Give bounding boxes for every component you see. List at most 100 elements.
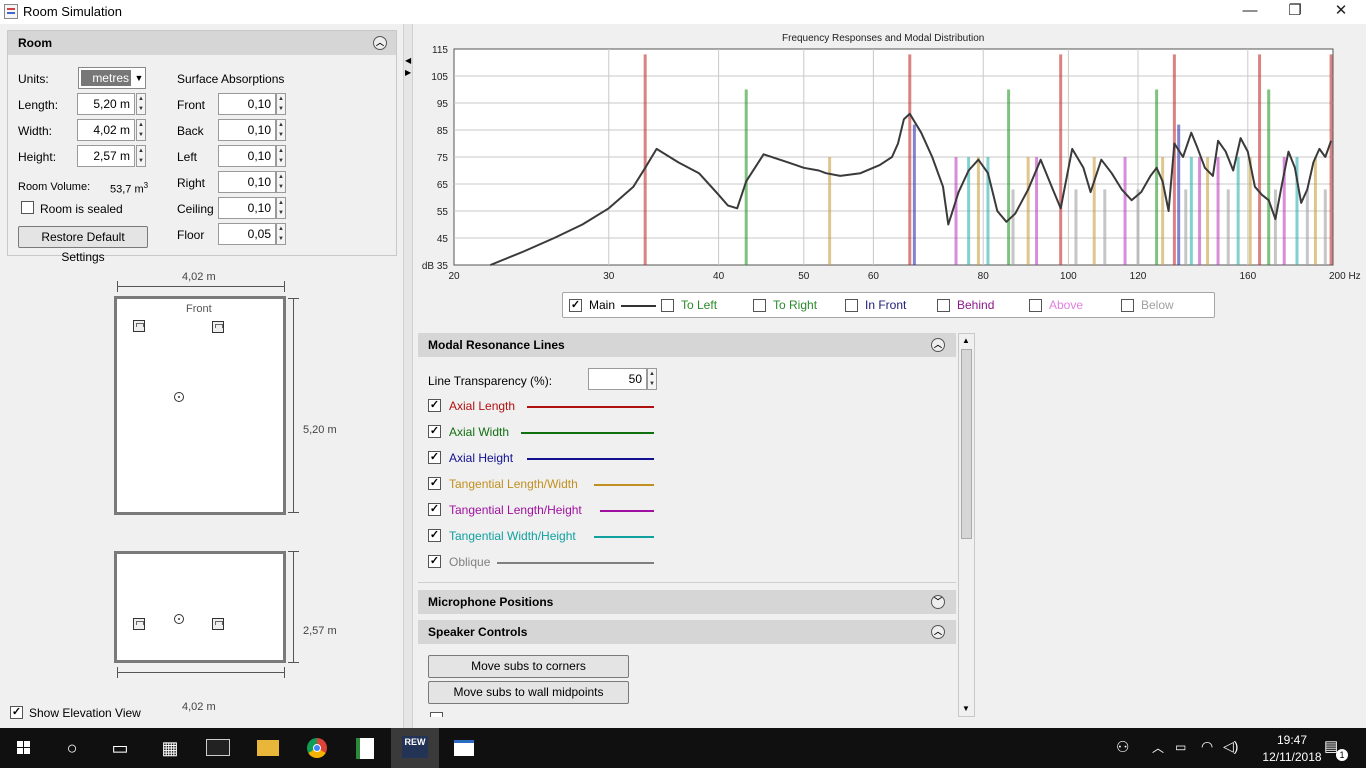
absorption-input-1[interactable]: 0,10: [218, 119, 276, 141]
modal-line-checkbox[interactable]: ✓: [428, 503, 441, 516]
legend-item-5[interactable]: Above: [1029, 299, 1119, 313]
absorption-input-5[interactable]: 0,05: [218, 223, 276, 245]
speaker-left-icon[interactable]: [133, 320, 145, 332]
x-tick-label: 80: [978, 271, 990, 282]
scroll-down-icon[interactable]: ▼: [962, 704, 970, 713]
absorption-stepper-2[interactable]: ▲ ▼: [276, 145, 286, 167]
units-select[interactable]: metres ▼: [78, 67, 146, 89]
chrome-icon[interactable]: [293, 728, 341, 768]
splitter[interactable]: ◀ ▶: [403, 24, 413, 728]
restore-defaults-button[interactable]: Restore Default Settings: [18, 226, 148, 264]
wifi-icon[interactable]: ◠: [1201, 738, 1213, 755]
modal-line-3[interactable]: ✓ Tangential Length/Width: [428, 475, 668, 493]
expand-right-arrow-icon[interactable]: ▶: [405, 68, 411, 77]
absorption-input-0[interactable]: 0,10: [218, 93, 276, 115]
legend-checkbox[interactable]: [661, 299, 674, 312]
volume-icon[interactable]: ◁): [1223, 738, 1238, 755]
legend-item-1[interactable]: To Left: [661, 299, 751, 313]
mic-panel-header[interactable]: Microphone Positions ﹀: [418, 590, 956, 614]
absorption-stepper-0[interactable]: ▲ ▼: [276, 93, 286, 115]
absorption-stepper-5[interactable]: ▲ ▼: [276, 223, 286, 245]
room-sealed-checkbox[interactable]: [21, 201, 34, 214]
modal-line-1[interactable]: ✓ Axial Width: [428, 423, 668, 441]
search-icon[interactable]: ○: [48, 728, 96, 768]
width-stepper[interactable]: ▲ ▼: [136, 119, 146, 141]
legend-checkbox[interactable]: [845, 299, 858, 312]
speaker-panel-header[interactable]: Speaker Controls ︿: [418, 620, 956, 644]
microphone-elevation-icon[interactable]: [174, 614, 184, 624]
absorption-input-3[interactable]: 0,10: [218, 171, 276, 193]
absorption-stepper-1[interactable]: ▲ ▼: [276, 119, 286, 141]
modal-line-tangential_lh: [1216, 157, 1220, 265]
room-panel-header[interactable]: Room ︿: [8, 31, 396, 55]
vertical-scrollbar[interactable]: ▲ ▼: [958, 333, 975, 717]
minimize-button[interactable]: —: [1227, 0, 1273, 24]
modal-line-0[interactable]: ✓ Axial Length: [428, 397, 668, 415]
show-elevation-checkbox[interactable]: ✓: [10, 706, 23, 719]
absorption-stepper-4[interactable]: ▲ ▼: [276, 197, 286, 219]
windows-start-icon[interactable]: [0, 728, 48, 768]
legend-checkbox[interactable]: [753, 299, 766, 312]
calculator-icon[interactable]: ▦: [146, 728, 194, 768]
spreadsheet-icon[interactable]: [342, 728, 390, 768]
legend-checkbox[interactable]: [937, 299, 950, 312]
collapse-up-icon[interactable]: ︿: [373, 36, 387, 50]
modal-line-checkbox[interactable]: ✓: [428, 451, 441, 464]
transparency-stepper[interactable]: ▲ ▼: [647, 368, 657, 390]
scroll-thumb[interactable]: [961, 349, 972, 539]
modal-line-4[interactable]: ✓ Tangential Length/Height: [428, 501, 668, 519]
legend-checkbox[interactable]: [1029, 299, 1042, 312]
move-subs-midpoints-button[interactable]: Move subs to wall midpoints: [428, 681, 629, 704]
legend-item-4[interactable]: Behind: [937, 299, 1027, 313]
people-icon[interactable]: ⚇: [1116, 738, 1129, 756]
maximize-button[interactable]: ❐: [1272, 0, 1318, 24]
collapse-up-icon[interactable]: ︿: [931, 338, 945, 352]
legend-checkbox[interactable]: ✓: [569, 299, 582, 312]
absorption-stepper-3[interactable]: ▲ ▼: [276, 171, 286, 193]
clock-time[interactable]: 19:47: [1262, 733, 1322, 747]
speaker-left-elevation-icon[interactable]: [133, 618, 145, 630]
modal-line-swatch: [496, 562, 654, 564]
modal-panel-header[interactable]: Modal Resonance Lines ︿: [418, 333, 956, 357]
file-explorer-icon[interactable]: [244, 728, 292, 768]
modal-line-5[interactable]: ✓ Tangential Width/Height: [428, 527, 668, 545]
collapse-up-icon[interactable]: ︿: [931, 625, 945, 639]
absorption-input-2[interactable]: 0,10: [218, 145, 276, 167]
modal-line-2[interactable]: ✓ Axial Height: [428, 449, 668, 467]
modal-line-checkbox[interactable]: ✓: [428, 555, 441, 568]
height-stepper[interactable]: ▲ ▼: [136, 145, 146, 167]
java-app-icon[interactable]: [440, 728, 488, 768]
modal-line-checkbox[interactable]: ✓: [428, 529, 441, 542]
width-input[interactable]: 4,02 m: [77, 119, 135, 141]
expand-down-icon[interactable]: ﹀: [931, 595, 945, 609]
microphone-icon[interactable]: [174, 392, 184, 402]
battery-icon[interactable]: ▭: [1175, 740, 1186, 754]
move-subs-corners-button[interactable]: Move subs to corners: [428, 655, 629, 678]
height-input[interactable]: 2,57 m: [77, 145, 135, 167]
width-label: Width:: [18, 124, 53, 138]
collapse-left-arrow-icon[interactable]: ◀: [405, 56, 411, 65]
task-view-icon[interactable]: ▭: [96, 728, 144, 768]
absorption-input-4[interactable]: 0,10: [218, 197, 276, 219]
rew-icon[interactable]: REW: [391, 728, 439, 768]
legend-checkbox[interactable]: [1121, 299, 1134, 312]
modal-line-checkbox[interactable]: ✓: [428, 425, 441, 438]
transparency-input[interactable]: 50: [588, 368, 647, 390]
legend-item-3[interactable]: In Front: [845, 299, 935, 313]
length-input[interactable]: 5,20 m: [77, 93, 135, 115]
speaker-right-icon[interactable]: [212, 321, 224, 333]
legend-item-0[interactable]: ✓ Main: [569, 299, 659, 313]
close-button[interactable]: ✕: [1318, 0, 1364, 24]
length-stepper[interactable]: ▲ ▼: [136, 93, 146, 115]
modal-line-checkbox[interactable]: ✓: [428, 477, 441, 490]
y-tick-label: 65: [437, 180, 449, 191]
legend-item-6[interactable]: Below: [1121, 299, 1211, 313]
speaker-right-elevation-icon[interactable]: [212, 618, 224, 630]
show-hidden-icons[interactable]: ︿: [1152, 739, 1164, 756]
modal-line-6[interactable]: ✓ Oblique: [428, 553, 668, 571]
legend-item-2[interactable]: To Right: [753, 299, 843, 313]
scroll-up-icon[interactable]: ▲: [962, 336, 970, 345]
terminal-icon[interactable]: [194, 728, 242, 768]
modal-line-checkbox[interactable]: ✓: [428, 399, 441, 412]
clock-date[interactable]: 12/11/2018: [1262, 750, 1322, 764]
